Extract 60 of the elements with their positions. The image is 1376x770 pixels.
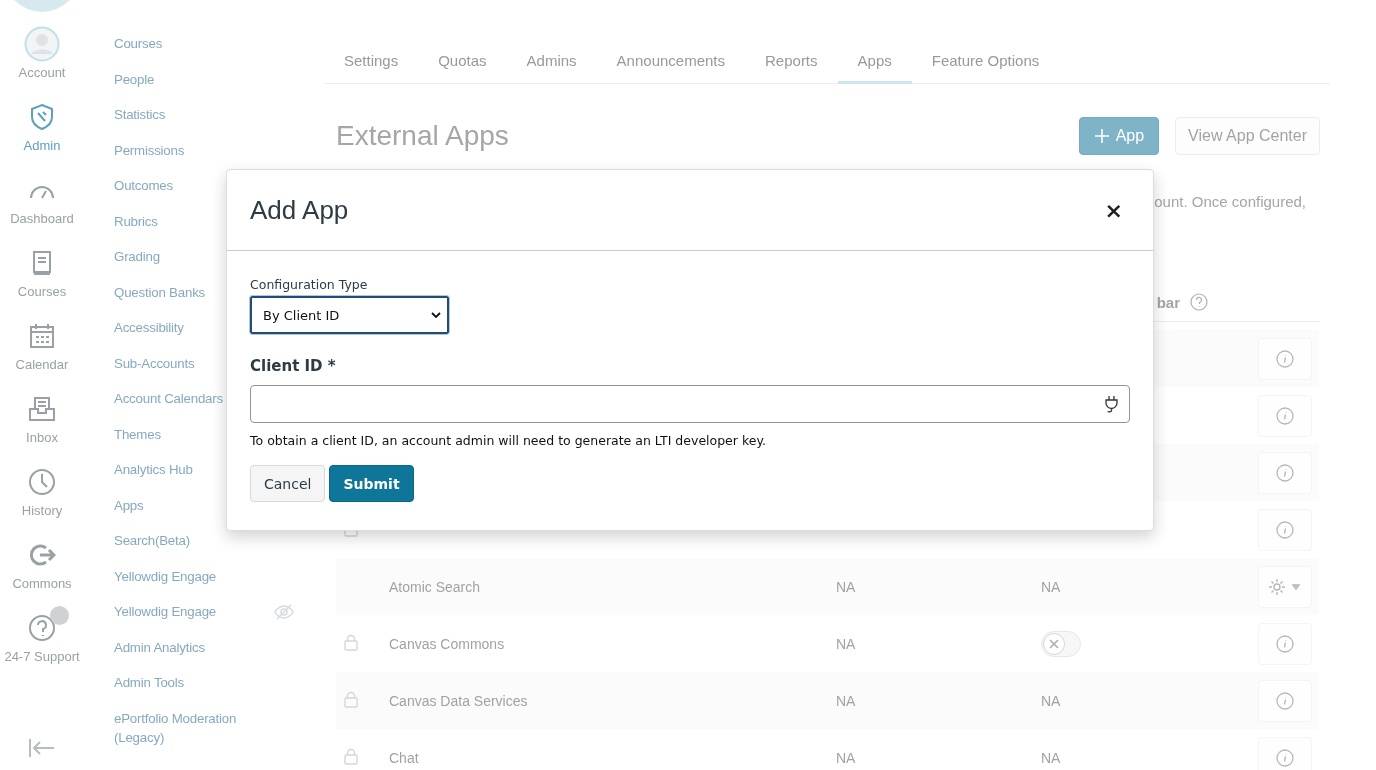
account-nav-link[interactable]: Themes [114, 424, 161, 444]
tab[interactable]: Apps [837, 44, 912, 84]
app-name: Canvas Data Services [389, 692, 528, 709]
tab[interactable]: Announcements [596, 44, 745, 84]
account-nav-link[interactable]: Admin Analytics [114, 637, 205, 657]
close-button[interactable]: × [1098, 197, 1129, 223]
account-nav-link[interactable]: ePortfolio Moderation (Legacy) [114, 708, 264, 748]
tab[interactable]: Settings [324, 44, 419, 84]
nav-item[interactable]: Inbox [26, 391, 58, 464]
table-cell: NA [1041, 749, 1061, 766]
nav-item[interactable]: History [21, 464, 63, 537]
app-name: Atomic Search [389, 578, 481, 595]
account-nav-link[interactable]: Admin Tools [114, 673, 184, 693]
nav-item[interactable]: 24-7 Support [4, 610, 80, 683]
table-cell: NA [836, 692, 856, 709]
table-cell: NA [836, 635, 856, 652]
configuration-type-select[interactable]: By Client ID [250, 296, 449, 334]
tab[interactable]: Reports [745, 44, 838, 84]
nav-item[interactable]: Dashboard [10, 172, 74, 245]
table-cell: NA [836, 578, 856, 595]
nav-item[interactable]: Commons [12, 537, 72, 610]
nav-item[interactable]: Admin [23, 99, 61, 172]
account-nav-link[interactable]: Account Calendars [114, 389, 223, 409]
account-nav-link[interactable]: Apps [114, 495, 144, 515]
nav-item[interactable]: Courses [17, 245, 67, 318]
account-nav-link[interactable]: Outcomes [114, 176, 173, 196]
cancel-button[interactable]: Cancel [250, 465, 326, 502]
account-nav-link[interactable]: People [114, 69, 155, 89]
dialog-title: Add App [250, 194, 349, 226]
description-text: ount. Once configured, [1154, 193, 1306, 210]
app-name: Canvas Commons [389, 635, 505, 652]
account-nav-link[interactable]: Question Banks [114, 282, 206, 302]
view-app-center-button[interactable]: View App Center [1175, 117, 1320, 155]
nav-item[interactable]: Account [18, 26, 66, 99]
account-nav-link[interactable]: Rubrics [114, 211, 158, 231]
account-nav-link[interactable]: Sub-Accounts [114, 353, 195, 373]
nav-item[interactable]: Calendar [15, 318, 69, 391]
field-label: Client ID * [250, 357, 336, 375]
column-header: bar [1156, 293, 1180, 311]
account-nav-link[interactable]: Yellowdig Engage [114, 602, 217, 622]
account-nav-link[interactable]: Accessibility [114, 318, 184, 338]
account-nav-link[interactable]: Statistics [114, 105, 166, 125]
account-nav-link[interactable]: Courses [114, 34, 163, 54]
account-nav-link[interactable]: Permissions [114, 140, 185, 160]
app-name: Chat [389, 749, 419, 766]
table-cell: NA [1041, 692, 1061, 709]
page-title: External Apps [336, 120, 510, 152]
account-nav-link[interactable]: Grading [114, 247, 160, 267]
tab[interactable]: Quotas [418, 44, 507, 84]
help-text: To obtain a client ID, an account admin will need to generate an LTI developer key. [250, 433, 766, 448]
add-app-button[interactable]: App [1078, 117, 1160, 155]
table-cell: NA [836, 749, 856, 766]
tab[interactable]: Admins [506, 44, 597, 84]
submit-button[interactable]: Submit [329, 465, 414, 502]
account-nav-link[interactable]: Analytics Hub [114, 460, 193, 480]
account-nav-link[interactable]: Search(Beta) [114, 531, 190, 551]
tab[interactable]: Feature Options [911, 44, 1060, 84]
table-cell: NA [1041, 578, 1061, 595]
account-nav-link[interactable]: Yellowdig Engage [114, 566, 217, 586]
field-label: Configuration Type [250, 277, 369, 292]
